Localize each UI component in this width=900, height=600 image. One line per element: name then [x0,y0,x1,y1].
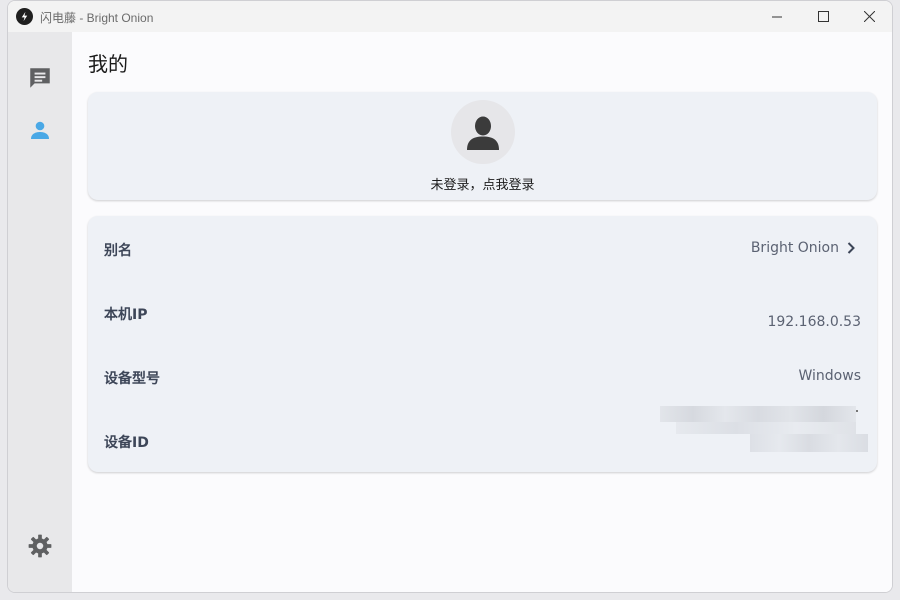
ip-value: 192.168.0.53 [767,314,861,330]
chat-icon[interactable] [26,64,54,92]
device-id-label: 设备ID [104,435,149,451]
model-label: 设备型号 [104,371,160,387]
person-silhouette-icon [467,116,499,150]
login-prompt[interactable]: 未登录，点我登录 [88,174,877,193]
title-bar[interactable]: 闪电藤 - Bright Onion [8,1,892,32]
sidebar [8,32,72,592]
alias-value-button[interactable]: Bright Onion [751,240,855,256]
chevron-right-icon [847,242,855,254]
main-content: 我的 未登录，点我登录 别名 Bright Onion 本机IP 192.168… [72,32,892,592]
minimize-button[interactable] [754,1,800,32]
alias-label: 别名 [104,243,132,259]
window-title: 闪电藤 - Bright Onion [40,11,154,25]
profile-card: 未登录，点我登录 [88,92,877,200]
redaction-dot [856,410,858,412]
avatar[interactable] [451,100,515,164]
user-icon[interactable] [26,116,54,144]
maximize-button[interactable] [800,1,846,32]
device-id-redacted [676,422,856,434]
close-button[interactable] [846,1,892,32]
ip-label: 本机IP [104,307,148,323]
device-id-redacted [660,406,856,422]
app-window: 闪电藤 - Bright Onion 我的 未登录，点我登录 别名 Bright… [7,0,893,593]
page-title: 我的 [88,52,128,76]
lightning-icon [16,8,33,25]
device-id-redacted [750,434,868,452]
gear-icon[interactable] [26,532,54,560]
model-value: Windows [798,368,862,384]
alias-value: Bright Onion [750,240,839,256]
device-info-card: 别名 Bright Onion 本机IP 192.168.0.53 设备型号 W… [88,216,877,472]
